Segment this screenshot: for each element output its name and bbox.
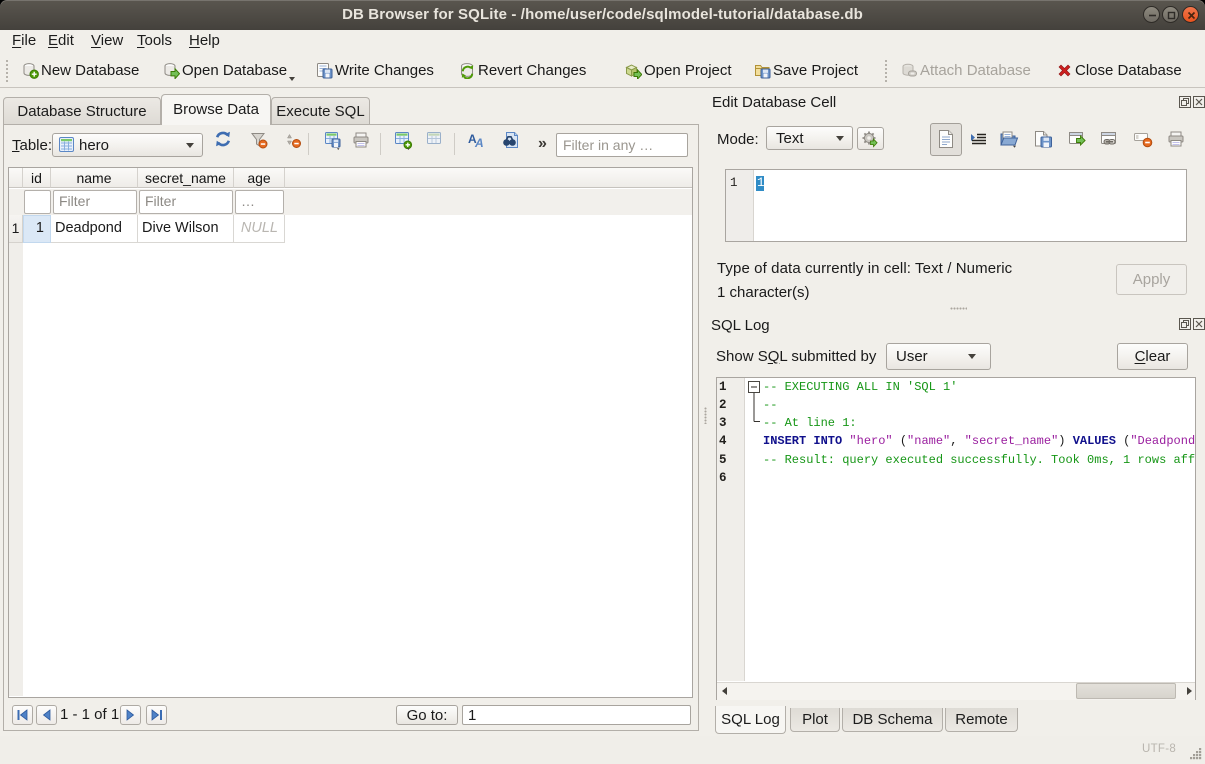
- svg-text:A: A: [474, 136, 484, 149]
